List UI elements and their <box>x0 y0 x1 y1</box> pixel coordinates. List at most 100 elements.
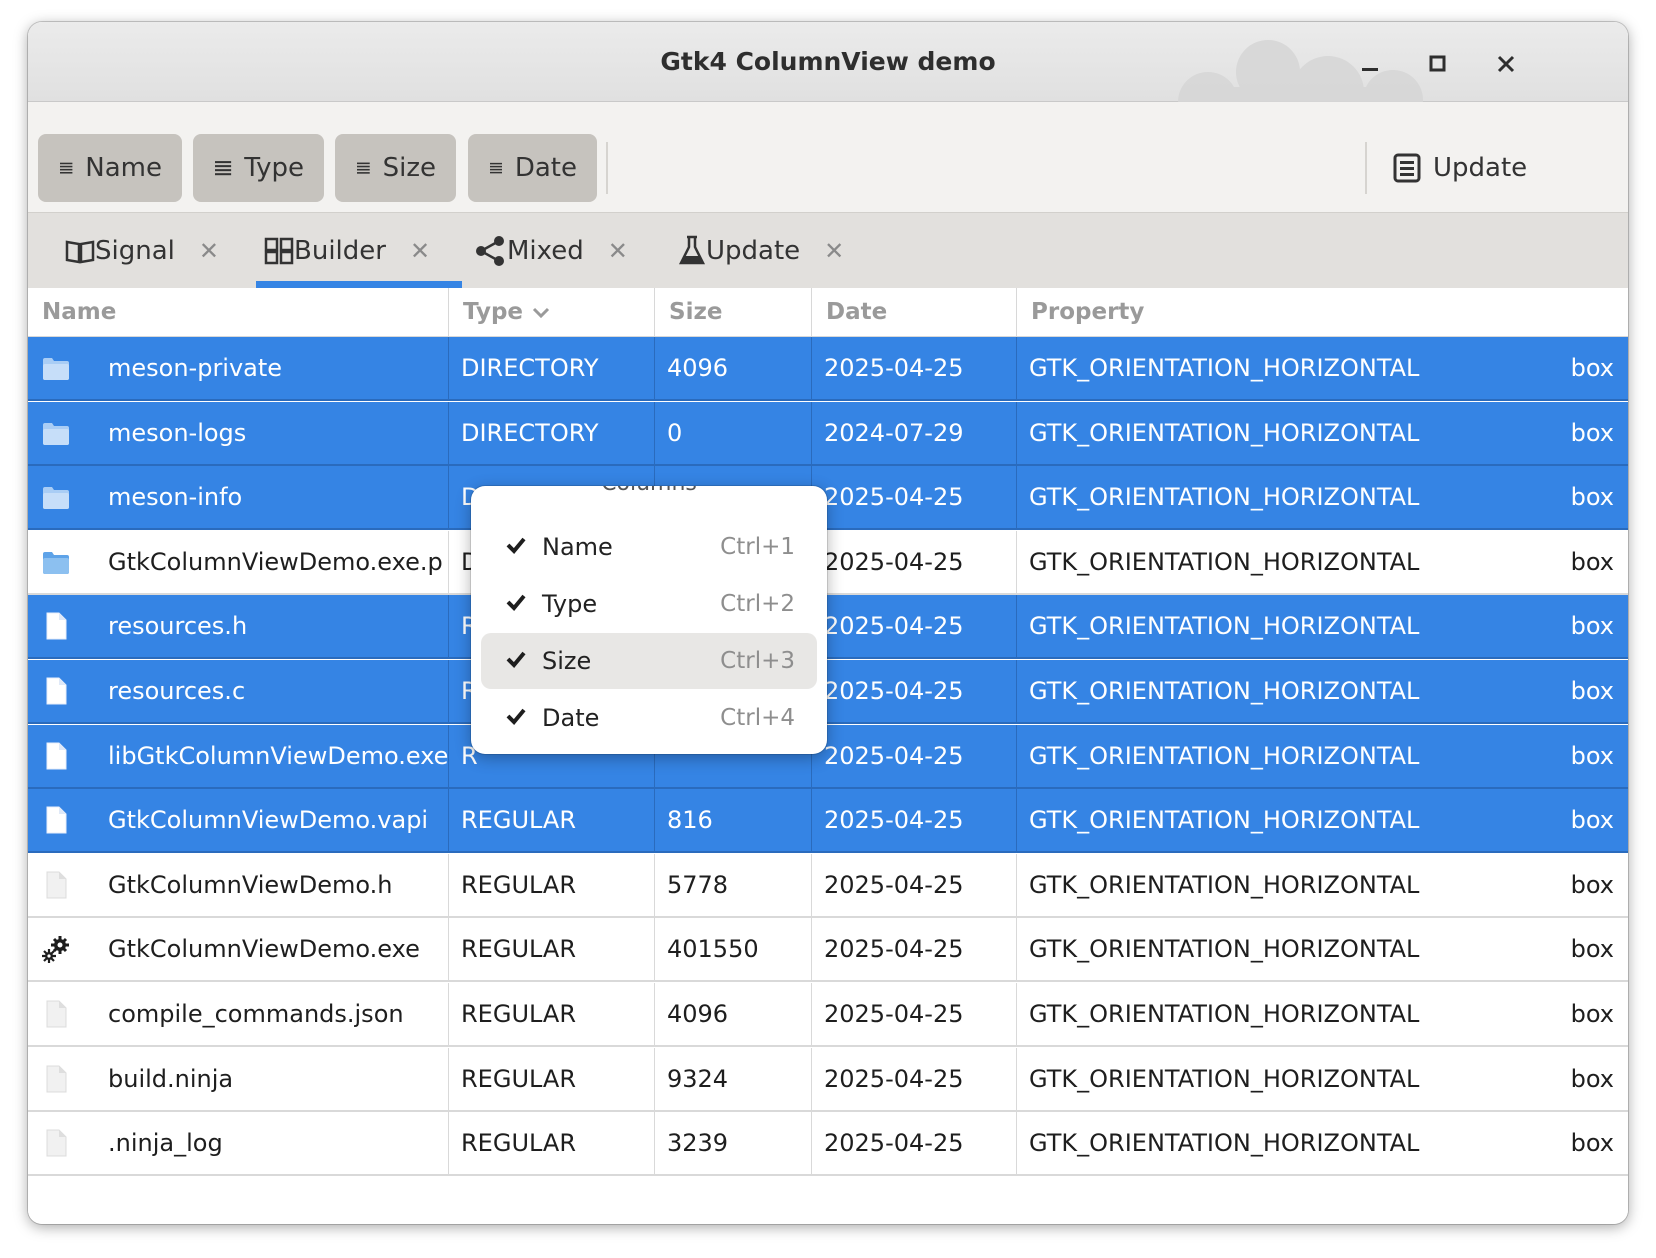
cell-name: libGtkColumnViewDemo.exe.a <box>108 741 448 770</box>
column-header-row: Name Type Size Date Property <box>28 288 1628 337</box>
cell-extra: box <box>1570 1000 1614 1028</box>
menu-item-name[interactable]: Name Ctrl+1 <box>481 519 817 575</box>
cell-extra: box <box>1570 741 1614 770</box>
update-button-label: Update <box>1433 153 1528 183</box>
minimize-icon <box>1362 68 1378 71</box>
close-tab-icon[interactable]: ✕ <box>608 237 628 265</box>
type-column-label: Type <box>244 153 304 183</box>
cell-type: REGULAR <box>448 853 654 916</box>
active-tab-indicator <box>256 281 462 288</box>
tab-mixed[interactable]: Mixed ✕ <box>475 213 628 288</box>
menu-item-label: Size <box>542 647 592 675</box>
cell-name: resources.h <box>108 612 248 641</box>
size-column-label: Size <box>382 153 436 183</box>
date-column-button[interactable]: Date <box>468 134 597 202</box>
tab-update[interactable]: Update ✕ <box>678 213 844 288</box>
cell-name: GtkColumnViewDemo.exe <box>108 935 420 964</box>
cell-name: meson-private <box>108 354 283 382</box>
cell-type: DIRECTORY <box>448 401 654 464</box>
checkmark-icon <box>506 537 526 554</box>
menu-item-size[interactable]: Size Ctrl+3 <box>481 633 817 689</box>
cell-type: REGULAR <box>448 983 654 1045</box>
header-property[interactable]: Property <box>1016 288 1628 336</box>
table-row[interactable]: resources.c R 2025-04-25 GTK_ORIENTATION_HO… <box>28 660 1628 724</box>
close-icon <box>1497 55 1515 73</box>
tab-label: Mixed <box>507 235 584 266</box>
close-button[interactable] <box>1486 44 1526 84</box>
name-column-button[interactable]: Name <box>38 134 182 202</box>
tab-signal[interactable]: Signal ✕ <box>65 213 219 288</box>
list-icon <box>357 162 370 174</box>
cell-type: REGULAR <box>448 1112 654 1175</box>
type-column-button[interactable]: Type <box>193 134 324 202</box>
table-row[interactable]: compile_commands.json REGULAR 4096 2025-04-… <box>28 983 1628 1047</box>
date-column-label: Date <box>514 153 577 183</box>
title-bar[interactable]: Gtk4 ColumnView demo <box>28 22 1628 102</box>
table-row[interactable]: meson-logs DIRECTORY 0 2024-07-29 GTK_ORIENT… <box>28 401 1628 466</box>
menu-item-label: Type <box>542 590 598 618</box>
maximize-button[interactable] <box>1418 44 1458 84</box>
cell-extra: box <box>1570 806 1614 835</box>
table-row[interactable]: .ninja_log REGULAR 3239 2025-04-25 GTK_ORIEN… <box>28 1112 1628 1177</box>
menu-item-type[interactable]: Type Ctrl+2 <box>481 576 817 632</box>
menu-item-date[interactable]: Date Ctrl+4 <box>481 690 817 746</box>
menu-item-shortcut: Ctrl+4 <box>720 705 795 731</box>
cell-name: GtkColumnViewDemo.h <box>108 870 393 899</box>
checkmark-icon <box>506 651 526 668</box>
header-type[interactable]: Type <box>448 288 654 336</box>
cell-extra: box <box>1570 935 1614 964</box>
cell-name: GtkColumnViewDemo.vapi <box>108 806 429 835</box>
cell-extra: box <box>1570 418 1614 447</box>
close-tab-icon[interactable]: ✕ <box>410 237 430 265</box>
table-row[interactable]: GtkColumnViewDemo.exe.pD2025-04-25GTK_OR… <box>28 530 1628 595</box>
table-row[interactable]: GtkColumnViewDemo.exe REGULAR 401550 2025-0… <box>28 918 1628 983</box>
sort-descending-icon <box>532 307 550 319</box>
tab-label: Builder <box>294 235 386 266</box>
header-date[interactable]: Date <box>811 288 1016 336</box>
update-button[interactable]: Update <box>1393 134 1527 202</box>
grid-icon <box>264 237 294 264</box>
header-size[interactable]: Size <box>654 288 811 336</box>
cell-type: REGULAR <box>448 1047 654 1110</box>
cell-extra: box <box>1570 354 1614 382</box>
cell-date: 2025-04-25 <box>811 724 1016 787</box>
cell-name: build.ninja <box>108 1064 234 1093</box>
menu-item-shortcut: Ctrl+1 <box>720 534 795 560</box>
cell-size: 9324 <box>654 1047 811 1110</box>
cell-extra: box <box>1570 1064 1614 1093</box>
toolbar-separator <box>606 142 608 194</box>
menu-item-label: Date <box>542 704 600 732</box>
close-tab-icon[interactable]: ✕ <box>199 237 219 265</box>
cell-name: compile_commands.json <box>108 1000 404 1028</box>
minimize-button[interactable] <box>1350 44 1390 84</box>
size-column-button[interactable]: Size <box>335 134 456 202</box>
table-row[interactable]: build.ninja REGULAR 9324 2025-04-25 GTK_ORIE… <box>28 1047 1628 1112</box>
header-name[interactable]: Name <box>28 288 448 336</box>
tab-bar: Signal ✕ Builder ✕ Mixed ✕ Update ✕ <box>28 212 1628 289</box>
tab-builder[interactable]: Builder ✕ <box>264 213 430 288</box>
cell-extra: box <box>1570 677 1614 705</box>
table-row[interactable]: meson-infoDIRECTORY40962025-04-25GTK_ORI… <box>28 466 1628 531</box>
close-tab-icon[interactable]: ✕ <box>824 237 844 265</box>
cell-extra: box <box>1570 547 1614 576</box>
maximize-icon <box>1429 55 1446 72</box>
table-row[interactable]: meson-private DIRECTORY 4096 2025-04-25 GTK_… <box>28 337 1628 401</box>
column-view: Name Type Size Date Property meson-priva… <box>28 288 1628 1224</box>
app-window: Gtk4 ColumnView demo Name Type Size Date <box>28 22 1628 1224</box>
cell-name: meson-info <box>108 483 243 512</box>
cell-extra: box <box>1570 483 1614 512</box>
table-row[interactable]: libGtkColumnViewDemo.exe.a R 2025-04-25 GTK… <box>28 724 1628 789</box>
cell-date: 2025-04-25 <box>811 1112 1016 1175</box>
table-row[interactable]: resources.h R 2025-04-25 GTK_ORIENTATION_HO… <box>28 595 1628 660</box>
table-row[interactable]: GtkColumnViewDemo.h REGULAR 5778 2025-04-25… <box>28 853 1628 918</box>
cell-type: REGULAR <box>448 789 654 852</box>
cell-size: 3239 <box>654 1112 811 1175</box>
toolbar-separator <box>1365 142 1367 194</box>
toolbar: Name Type Size Date Update <box>28 102 1628 212</box>
tab-label: Signal <box>95 235 175 266</box>
cell-extra: box <box>1570 1129 1614 1158</box>
cell-name: .ninja_log <box>108 1129 223 1158</box>
header-type-label: Type <box>463 299 524 325</box>
cell-name: resources.c <box>108 677 246 705</box>
table-row[interactable]: GtkColumnViewDemo.vapi REGULAR 816 2025-04-… <box>28 789 1628 854</box>
